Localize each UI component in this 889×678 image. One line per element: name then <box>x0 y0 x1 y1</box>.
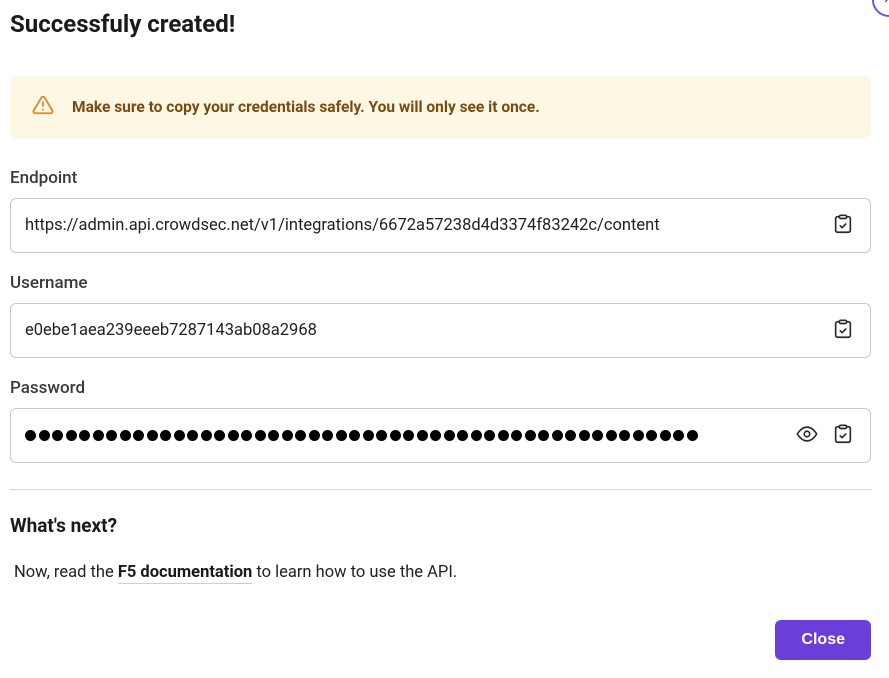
credentials-modal: Successfuly created! Make sure to copy y… <box>0 0 889 678</box>
warning-text: Make sure to copy your credentials safel… <box>72 98 540 116</box>
close-x-button[interactable] <box>872 0 889 17</box>
reveal-password-button[interactable] <box>794 421 820 450</box>
endpoint-box: https://admin.api.crowdsec.net/v1/integr… <box>10 198 871 253</box>
whats-next-suffix: to learn how to use the API. <box>252 563 457 582</box>
whats-next-prefix: Now, read the <box>14 563 118 582</box>
username-value[interactable]: e0ebe1aea239eeeb7287143ab08a2968 <box>25 321 820 340</box>
warning-triangle-icon <box>32 94 54 120</box>
close-icon <box>882 0 889 10</box>
whats-next-text: Now, read the F5 documentation to learn … <box>14 563 871 582</box>
clipboard-check-icon <box>832 213 854 238</box>
documentation-link[interactable]: F5 documentation <box>118 563 252 584</box>
password-box <box>10 408 871 463</box>
clipboard-check-icon <box>832 423 854 448</box>
password-value-masked[interactable] <box>25 430 784 441</box>
username-field-group: Username e0ebe1aea239eeeb7287143ab08a296… <box>10 273 871 358</box>
endpoint-value[interactable]: https://admin.api.crowdsec.net/v1/integr… <box>25 216 820 235</box>
username-box: e0ebe1aea239eeeb7287143ab08a2968 <box>10 303 871 358</box>
section-divider <box>10 489 871 490</box>
copy-username-button[interactable] <box>830 316 856 345</box>
eye-icon <box>796 423 818 448</box>
copy-password-button[interactable] <box>830 421 856 450</box>
modal-footer: Close <box>10 620 871 660</box>
warning-banner: Make sure to copy your credentials safel… <box>10 76 871 138</box>
modal-title: Successfuly created! <box>10 10 871 38</box>
endpoint-field-group: Endpoint https://admin.api.crowdsec.net/… <box>10 168 871 253</box>
username-label: Username <box>10 273 871 293</box>
copy-endpoint-button[interactable] <box>830 211 856 240</box>
password-label: Password <box>10 378 871 398</box>
whats-next-heading: What's next? <box>10 514 871 537</box>
password-field-group: Password <box>10 378 871 463</box>
close-button[interactable]: Close <box>775 620 871 660</box>
clipboard-check-icon <box>832 318 854 343</box>
endpoint-label: Endpoint <box>10 168 871 188</box>
